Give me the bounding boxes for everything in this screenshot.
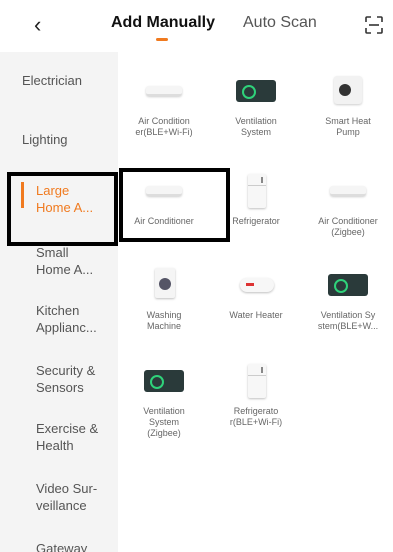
refrigerator-icon bbox=[236, 174, 276, 208]
category-sidebar: Electrician Lighting Large Home A... Sma… bbox=[0, 52, 118, 552]
device-label: Washing Machine bbox=[146, 310, 182, 331]
air-conditioner-icon bbox=[144, 76, 184, 106]
washing-machine-icon bbox=[144, 268, 184, 300]
device-tile[interactable]: Refrigerato r(BLE+Wi-Fi) bbox=[210, 350, 302, 440]
device-tile[interactable]: Air Conditioner (Zigbee) bbox=[302, 160, 393, 250]
chevron-left-icon[interactable]: ‹ bbox=[34, 12, 54, 38]
highlight-box-sidebar bbox=[7, 172, 118, 246]
tab-add-manually[interactable]: Add Manually bbox=[111, 14, 215, 32]
tab-auto-scan[interactable]: Auto Scan bbox=[243, 14, 317, 32]
active-tab-indicator bbox=[156, 38, 168, 41]
sidebar-item-kitchen-appliances[interactable]: Kitchen Applianc... bbox=[36, 302, 128, 336]
heat-pump-icon bbox=[328, 76, 368, 106]
ventilation-icon bbox=[236, 76, 276, 106]
sidebar-item-lighting[interactable]: Lighting bbox=[22, 131, 114, 148]
sidebar-item-exercise-health[interactable]: Exercise & Health bbox=[36, 420, 128, 454]
device-tile[interactable]: Water Heater bbox=[210, 254, 302, 344]
air-conditioner-icon bbox=[328, 176, 368, 206]
device-label: Water Heater bbox=[229, 310, 283, 320]
sidebar-item-gateway[interactable]: Gateway bbox=[36, 540, 128, 552]
device-tile[interactable]: Ventilation Sy stem(BLE+W... bbox=[302, 254, 393, 344]
device-label: Smart Heat Pump bbox=[325, 116, 371, 137]
refrigerator-icon bbox=[236, 364, 276, 398]
device-label: Ventilation System bbox=[235, 116, 277, 137]
device-tile[interactable]: Air Condition er(BLE+Wi-Fi) bbox=[118, 60, 210, 150]
device-label: Ventilation Sy stem(BLE+W... bbox=[317, 310, 379, 331]
device-tile[interactable]: Ventilation System (Zigbee) bbox=[118, 350, 210, 440]
device-label: Refrigerato r(BLE+Wi-Fi) bbox=[229, 406, 283, 427]
sidebar-item-security-sensors[interactable]: Security & Sensors bbox=[36, 362, 128, 396]
scan-icon[interactable] bbox=[365, 16, 383, 34]
device-label: Ventilation System (Zigbee) bbox=[143, 406, 185, 438]
device-tile[interactable]: Ventilation System bbox=[210, 60, 302, 150]
top-bar: ‹ Add Manually Auto Scan bbox=[0, 0, 393, 50]
sidebar-item-small-home-appliances[interactable]: Small Home A... bbox=[36, 244, 128, 278]
device-label: Air Condition er(BLE+Wi-Fi) bbox=[135, 116, 193, 137]
device-tile[interactable]: Smart Heat Pump bbox=[302, 60, 393, 150]
device-grid: Air Condition er(BLE+Wi-Fi) Ventilation … bbox=[118, 52, 393, 552]
highlight-box-device bbox=[119, 168, 230, 242]
sidebar-item-electrician[interactable]: Electrician bbox=[22, 72, 114, 89]
water-heater-icon bbox=[236, 270, 276, 300]
sidebar-item-video-surveillance[interactable]: Video Sur- veillance bbox=[36, 480, 128, 514]
device-label: Air Conditioner (Zigbee) bbox=[318, 216, 378, 237]
ventilation-icon bbox=[328, 270, 368, 300]
ventilation-icon bbox=[144, 366, 184, 396]
device-tile[interactable]: Washing Machine bbox=[118, 254, 210, 344]
